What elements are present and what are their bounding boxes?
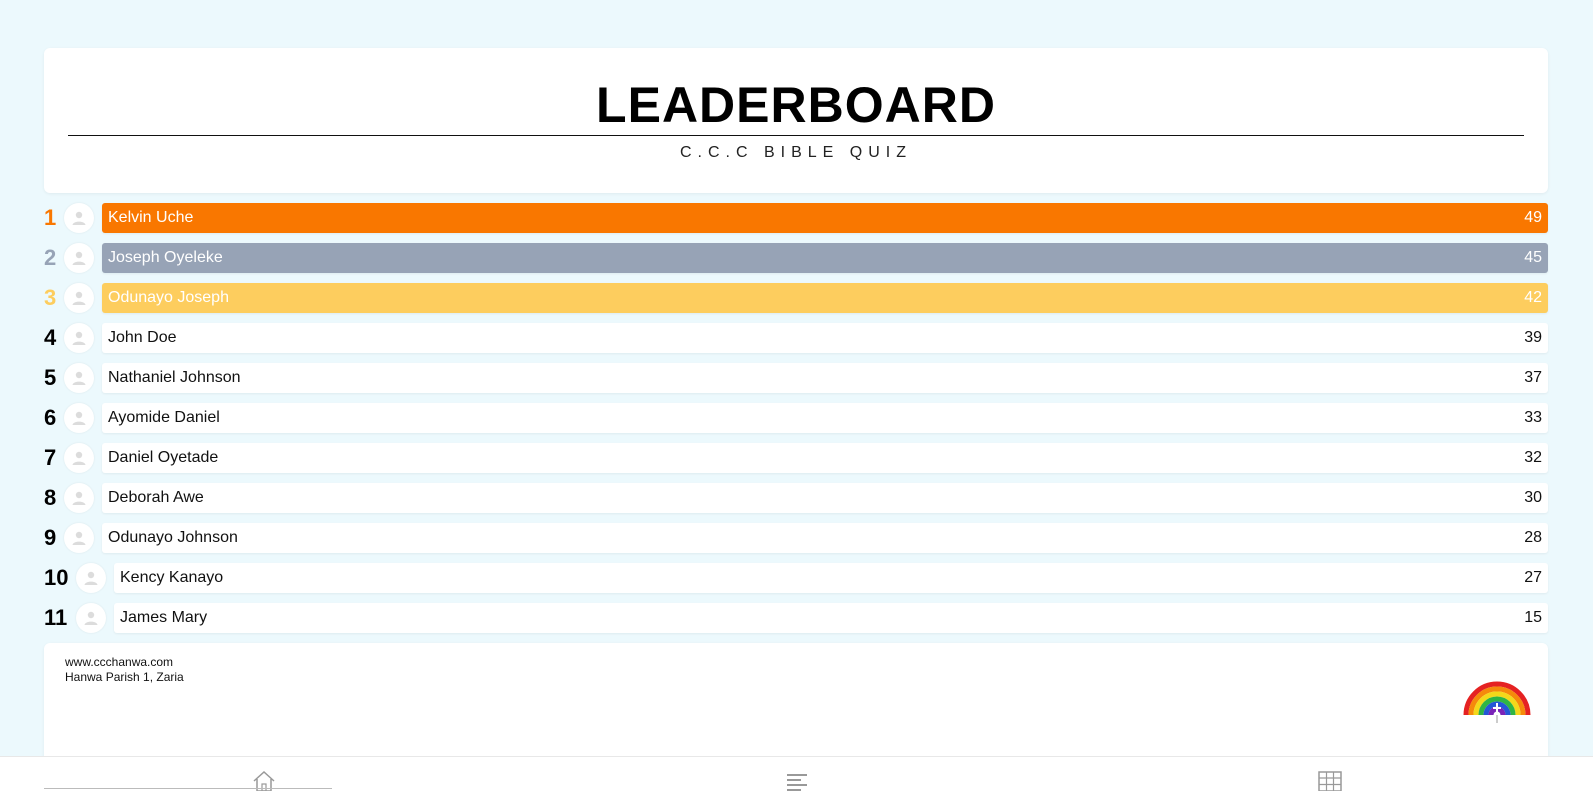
user-avatar-icon xyxy=(72,371,86,385)
participant-score: 42 xyxy=(1524,289,1542,306)
leaderboard-row[interactable]: 4 John Doe 39 xyxy=(44,323,1548,353)
participant-name: John Doe xyxy=(108,329,177,346)
score-bar: Daniel Oyetade 32 xyxy=(102,443,1548,473)
avatar xyxy=(64,363,94,393)
avatar xyxy=(76,603,106,633)
avatar xyxy=(64,283,94,313)
leaderboard-row[interactable]: 1 Kelvin Uche 49 xyxy=(44,203,1548,233)
avatar xyxy=(64,323,94,353)
leaderboard-list: 1 Kelvin Uche 49 2 Joseph Oyeleke 45 3 Odunayo … xyxy=(44,203,1548,643)
avatar xyxy=(64,243,94,273)
participant-score: 37 xyxy=(1524,369,1542,386)
table-icon[interactable] xyxy=(1317,769,1343,791)
user-avatar-icon xyxy=(84,611,98,625)
avatar xyxy=(64,443,94,473)
rank-number: 4 xyxy=(44,325,57,350)
participant-score: 39 xyxy=(1524,329,1542,346)
participant-score: 45 xyxy=(1524,249,1542,266)
bottom-nav xyxy=(0,756,1593,791)
avatar xyxy=(64,403,94,433)
rank-number: 9 xyxy=(44,525,57,550)
rank-number: 5 xyxy=(44,365,57,390)
participant-score: 30 xyxy=(1524,489,1542,506)
page-subtitle: C.C.C BIBLE QUIZ xyxy=(679,144,913,161)
score-bar: Ayomide Daniel 33 xyxy=(102,403,1548,433)
participant-name: James Mary xyxy=(120,609,208,626)
leaderboard-row[interactable]: 2 Joseph Oyeleke 45 xyxy=(44,243,1548,273)
title-divider xyxy=(68,135,1524,136)
score-bar: Odunayo Joseph 42 xyxy=(102,283,1548,313)
avatar xyxy=(64,483,94,513)
header-card: LEADERBOARD C.C.C BIBLE QUIZ xyxy=(44,48,1548,193)
participant-score: 33 xyxy=(1524,409,1542,426)
footer-website[interactable]: www.ccchanwa.com xyxy=(65,655,173,669)
participant-name: Kelvin Uche xyxy=(108,209,194,226)
score-bar: Nathaniel Johnson 37 xyxy=(102,363,1548,393)
leaderboard-row[interactable]: 6 Ayomide Daniel 33 xyxy=(44,403,1548,433)
score-bar: Kency Kanayo 27 xyxy=(114,563,1548,593)
score-bar: Deborah Awe 30 xyxy=(102,483,1548,513)
score-bar: John Doe 39 xyxy=(102,323,1548,353)
leaderboard-row[interactable]: 5 Nathaniel Johnson 37 xyxy=(44,363,1548,393)
avatar xyxy=(64,203,94,233)
footer-address: Hanwa Parish 1, Zaria xyxy=(65,670,184,684)
participant-score: 27 xyxy=(1524,569,1542,586)
avatar xyxy=(76,563,106,593)
leaderboard-row[interactable]: 3 Odunayo Joseph 42 xyxy=(44,283,1548,313)
user-avatar-icon xyxy=(72,531,86,545)
rank-number: 3 xyxy=(44,285,57,310)
user-avatar-icon xyxy=(84,571,98,585)
footer-card: www.ccchanwa.com Hanwa Parish 1, Zaria xyxy=(44,643,1548,763)
participant-name: Joseph Oyeleke xyxy=(108,249,223,266)
leaderboard-row[interactable]: 10 Kency Kanayo 27 xyxy=(44,563,1548,593)
rank-number: 1 xyxy=(44,205,57,230)
rank-number: 11 xyxy=(44,605,68,630)
participant-name: Deborah Awe xyxy=(108,489,204,506)
user-avatar-icon xyxy=(72,491,86,505)
participant-score: 28 xyxy=(1524,529,1542,546)
rank-number: 2 xyxy=(44,245,57,270)
page-title: LEADERBOARD xyxy=(596,77,996,133)
leaderboard-row[interactable]: 11 James Mary 15 xyxy=(44,603,1548,633)
score-bar: Kelvin Uche 49 xyxy=(102,203,1548,233)
user-avatar-icon xyxy=(72,251,86,265)
participant-score: 32 xyxy=(1524,449,1542,466)
user-avatar-icon xyxy=(72,331,86,345)
leaderboard-row[interactable]: 8 Deborah Awe 30 xyxy=(44,483,1548,513)
rank-number: 10 xyxy=(44,565,69,590)
participant-name: Daniel Oyetade xyxy=(108,449,219,466)
score-bar: Odunayo Johnson 28 xyxy=(102,523,1548,553)
nav-underline xyxy=(44,788,332,789)
score-bar: Joseph Oyeleke 45 xyxy=(102,243,1548,273)
user-avatar-icon xyxy=(72,411,86,425)
leaderboard-row[interactable]: 9 Odunayo Johnson 28 xyxy=(44,523,1548,553)
participant-name: Odunayo Johnson xyxy=(108,529,238,546)
rank-number: 7 xyxy=(44,445,57,470)
participant-name: Nathaniel Johnson xyxy=(108,369,241,386)
rank-number: 8 xyxy=(44,485,57,510)
participant-score: 49 xyxy=(1524,209,1542,226)
participant-name: Odunayo Joseph xyxy=(108,289,229,306)
avatar xyxy=(64,523,94,553)
participant-name: Kency Kanayo xyxy=(120,569,224,586)
church-logo-icon xyxy=(1463,681,1531,723)
rank-number: 6 xyxy=(44,405,57,430)
user-avatar-icon xyxy=(72,211,86,225)
user-avatar-icon xyxy=(72,291,86,305)
score-bar: James Mary 15 xyxy=(114,603,1548,633)
user-avatar-icon xyxy=(72,451,86,465)
list-icon[interactable] xyxy=(785,769,811,791)
participant-name: Ayomide Daniel xyxy=(108,409,220,426)
leaderboard-row[interactable]: 7 Daniel Oyetade 32 xyxy=(44,443,1548,473)
participant-score: 15 xyxy=(1524,609,1542,626)
